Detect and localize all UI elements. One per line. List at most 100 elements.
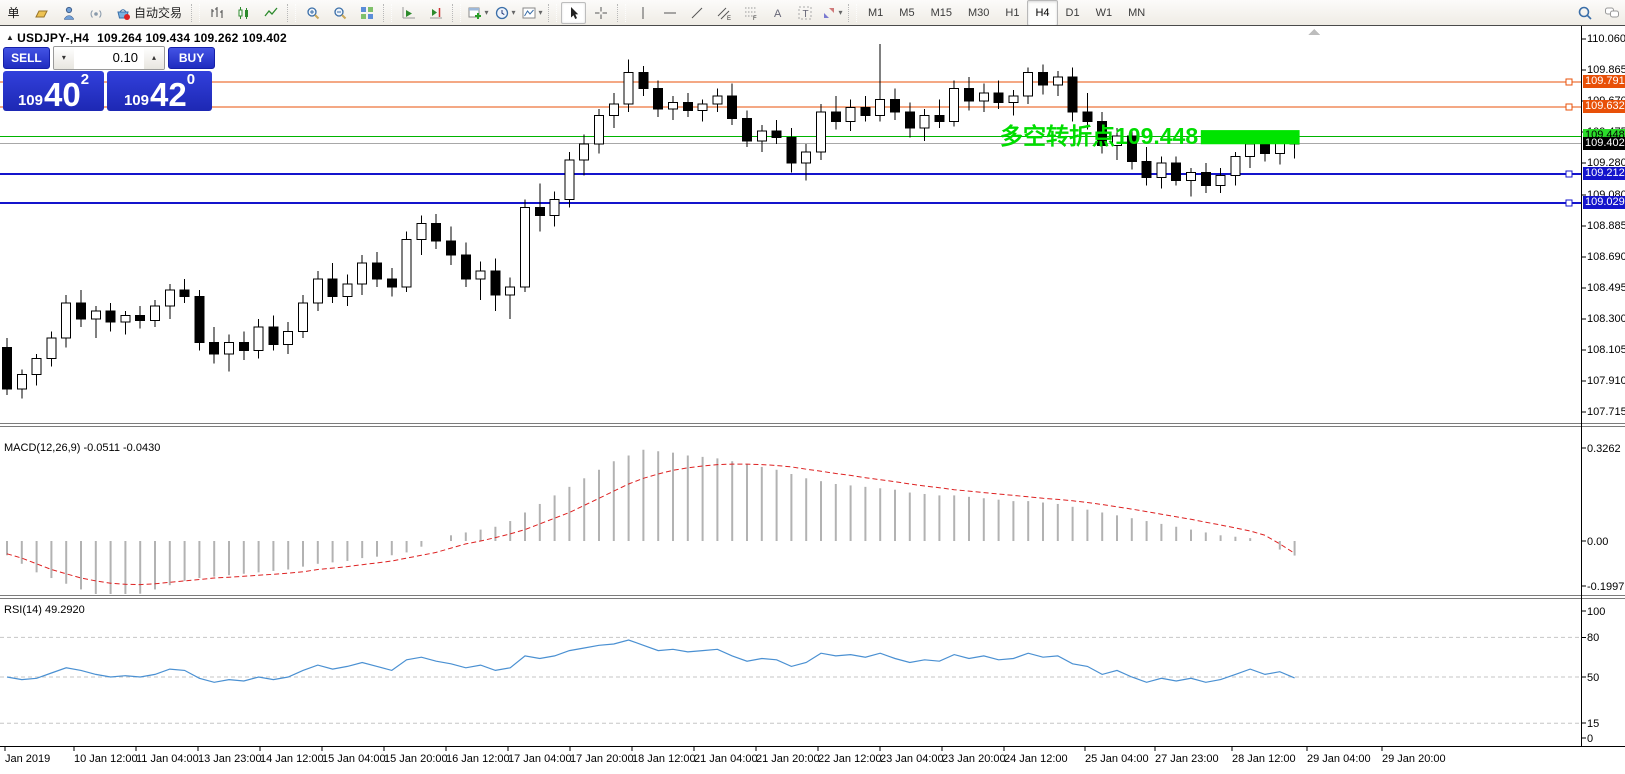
macd-scale-tick: -0.1997 bbox=[1587, 581, 1624, 593]
sell-price-main: 40 bbox=[44, 81, 81, 108]
time-axis-label: 14 Jan 12:00 bbox=[260, 753, 324, 765]
time-axis-label: 21 Jan 04:00 bbox=[694, 753, 758, 765]
horizontal-line-button[interactable] bbox=[657, 2, 682, 24]
fibonacci-button[interactable]: F bbox=[738, 2, 763, 24]
trendline-button[interactable] bbox=[684, 2, 709, 24]
collapse-icon[interactable]: ▲ bbox=[6, 33, 14, 42]
zoom-out-button[interactable] bbox=[327, 2, 352, 24]
buy-price-display[interactable]: 109420 bbox=[107, 71, 212, 111]
time-axis-label: 22 Jan 12:00 bbox=[818, 753, 882, 765]
rsi-scale-tick: 0 bbox=[1587, 733, 1593, 745]
sell-price-display[interactable]: 109402 bbox=[3, 71, 104, 111]
profile-icon bbox=[61, 5, 77, 21]
volume-increase-button[interactable]: ▴ bbox=[144, 47, 164, 69]
buy-price-prefix: 109 bbox=[124, 93, 149, 108]
fibonacci-icon: F bbox=[743, 5, 759, 21]
new-chart-menu-button[interactable]: ▾ bbox=[465, 2, 490, 24]
time-axis-label: 23 Jan 04:00 bbox=[880, 753, 944, 765]
gold-ingot-button[interactable] bbox=[29, 2, 54, 24]
timeframe-m5-button[interactable]: M5 bbox=[891, 0, 922, 26]
price-scale-tick: 108.300 bbox=[1587, 313, 1625, 325]
bar-chart-button[interactable] bbox=[204, 2, 229, 24]
timeframe-h1-button[interactable]: H1 bbox=[997, 0, 1027, 26]
timeframe-m1-button[interactable]: M1 bbox=[860, 0, 891, 26]
zoom-in-icon bbox=[305, 5, 321, 21]
price-line-label: 109.632 bbox=[1583, 100, 1625, 113]
zoom-in-button[interactable] bbox=[300, 2, 325, 24]
timeframe-m30-button[interactable]: M30 bbox=[960, 0, 997, 26]
text-label-button[interactable]: T bbox=[792, 2, 817, 24]
price-line-label: 109.212 bbox=[1583, 167, 1625, 180]
time-axis-label: 10 Jan 12:00 bbox=[74, 753, 138, 765]
time-axis-label: 21 Jan 20:00 bbox=[756, 753, 820, 765]
chat-button[interactable] bbox=[1599, 2, 1624, 24]
gold-ingot-icon bbox=[34, 5, 50, 21]
vertical-line-button[interactable] bbox=[630, 2, 655, 24]
price-line-label: 109.029 bbox=[1583, 196, 1625, 209]
svg-text:A: A bbox=[774, 8, 782, 20]
one-click-trading-panel: SELL ▾ ▴ BUY 109402 109420 bbox=[3, 46, 215, 111]
cursor-icon bbox=[566, 5, 582, 21]
periods-menu-icon bbox=[494, 5, 510, 21]
signal-button[interactable] bbox=[83, 2, 108, 24]
templates-menu-icon bbox=[521, 5, 537, 21]
new-chart-menu-icon bbox=[467, 5, 483, 21]
timeframe-m15-button[interactable]: M15 bbox=[923, 0, 960, 26]
volume-input[interactable] bbox=[74, 47, 144, 69]
price-scale-tick: 110.060 bbox=[1587, 33, 1625, 45]
auto-scroll-button[interactable] bbox=[396, 2, 421, 24]
timeframe-mn-button[interactable]: MN bbox=[1120, 0, 1153, 26]
cursor-button[interactable] bbox=[561, 2, 586, 24]
volume-decrease-button[interactable]: ▾ bbox=[54, 47, 74, 69]
search-button[interactable] bbox=[1572, 2, 1597, 24]
dropdown-arrow-icon: ▾ bbox=[512, 8, 516, 17]
chat-icon bbox=[1604, 5, 1620, 21]
crosshair-button[interactable] bbox=[588, 2, 613, 24]
symbol-period: USDJPY-,H4 bbox=[17, 31, 89, 45]
timeframe-d1-button[interactable]: D1 bbox=[1058, 0, 1088, 26]
triangle-down-icon: ▾ bbox=[62, 53, 66, 62]
line-chart-button[interactable] bbox=[258, 2, 283, 24]
sell-price-prefix: 109 bbox=[18, 93, 43, 108]
vertical-line-icon bbox=[635, 5, 651, 21]
buy-price-sup: 0 bbox=[187, 72, 195, 87]
macd-indicator-label: MACD(12,26,9) -0.0511 -0.0430 bbox=[4, 442, 160, 454]
dropdown-arrow-icon: ▾ bbox=[839, 8, 843, 17]
volume-stepper: ▾ ▴ bbox=[53, 46, 165, 70]
chart-canvas[interactable]: 多空转折点109.448 bbox=[0, 26, 1625, 774]
new-order-button[interactable]: 单 bbox=[1, 2, 26, 24]
price-scale-tick: 107.715 bbox=[1587, 406, 1625, 418]
turning-point-annotation[interactable]: 多空转折点109.448 bbox=[1000, 123, 1198, 149]
arrows-menu-button[interactable]: ▾ bbox=[819, 2, 844, 24]
tile-windows-icon bbox=[359, 5, 375, 21]
tile-windows-button[interactable] bbox=[354, 2, 379, 24]
macd-scale-tick: 0.3262 bbox=[1587, 443, 1621, 455]
buy-button[interactable]: BUY bbox=[168, 47, 215, 69]
time-axis-label: 13 Jan 23:00 bbox=[198, 753, 262, 765]
signal-icon bbox=[88, 5, 104, 21]
price-scale-tick: 108.495 bbox=[1587, 282, 1625, 294]
auto-trading-button[interactable]: 自动交易 bbox=[110, 2, 187, 24]
profile-button[interactable] bbox=[56, 2, 81, 24]
time-axis-label: 29 Jan 04:00 bbox=[1307, 753, 1371, 765]
svg-text:E: E bbox=[727, 16, 731, 21]
timeframe-w1-button[interactable]: W1 bbox=[1088, 0, 1121, 26]
auto-trading-label: 自动交易 bbox=[134, 4, 182, 21]
equidistant-channel-button[interactable]: E bbox=[711, 2, 736, 24]
candlestick-chart-button[interactable] bbox=[231, 2, 256, 24]
toolbar-separator bbox=[383, 4, 392, 22]
periods-menu-button[interactable]: ▾ bbox=[492, 2, 517, 24]
time-axis-label: 27 Jan 23:00 bbox=[1155, 753, 1219, 765]
arrows-menu-icon bbox=[821, 5, 837, 21]
time-axis-label: 24 Jan 12:00 bbox=[1004, 753, 1068, 765]
buy-price-main: 42 bbox=[150, 81, 187, 108]
candlestick-chart-icon bbox=[236, 5, 252, 21]
search-icon bbox=[1577, 5, 1593, 21]
rsi-scale-tick: 15 bbox=[1587, 718, 1599, 730]
templates-menu-button[interactable]: ▾ bbox=[519, 2, 544, 24]
highlight-zone[interactable] bbox=[1201, 130, 1300, 144]
timeframe-h4-button[interactable]: H4 bbox=[1027, 0, 1057, 26]
text-button[interactable]: A bbox=[765, 2, 790, 24]
chart-shift-button[interactable] bbox=[423, 2, 448, 24]
sell-button[interactable]: SELL bbox=[3, 47, 50, 69]
